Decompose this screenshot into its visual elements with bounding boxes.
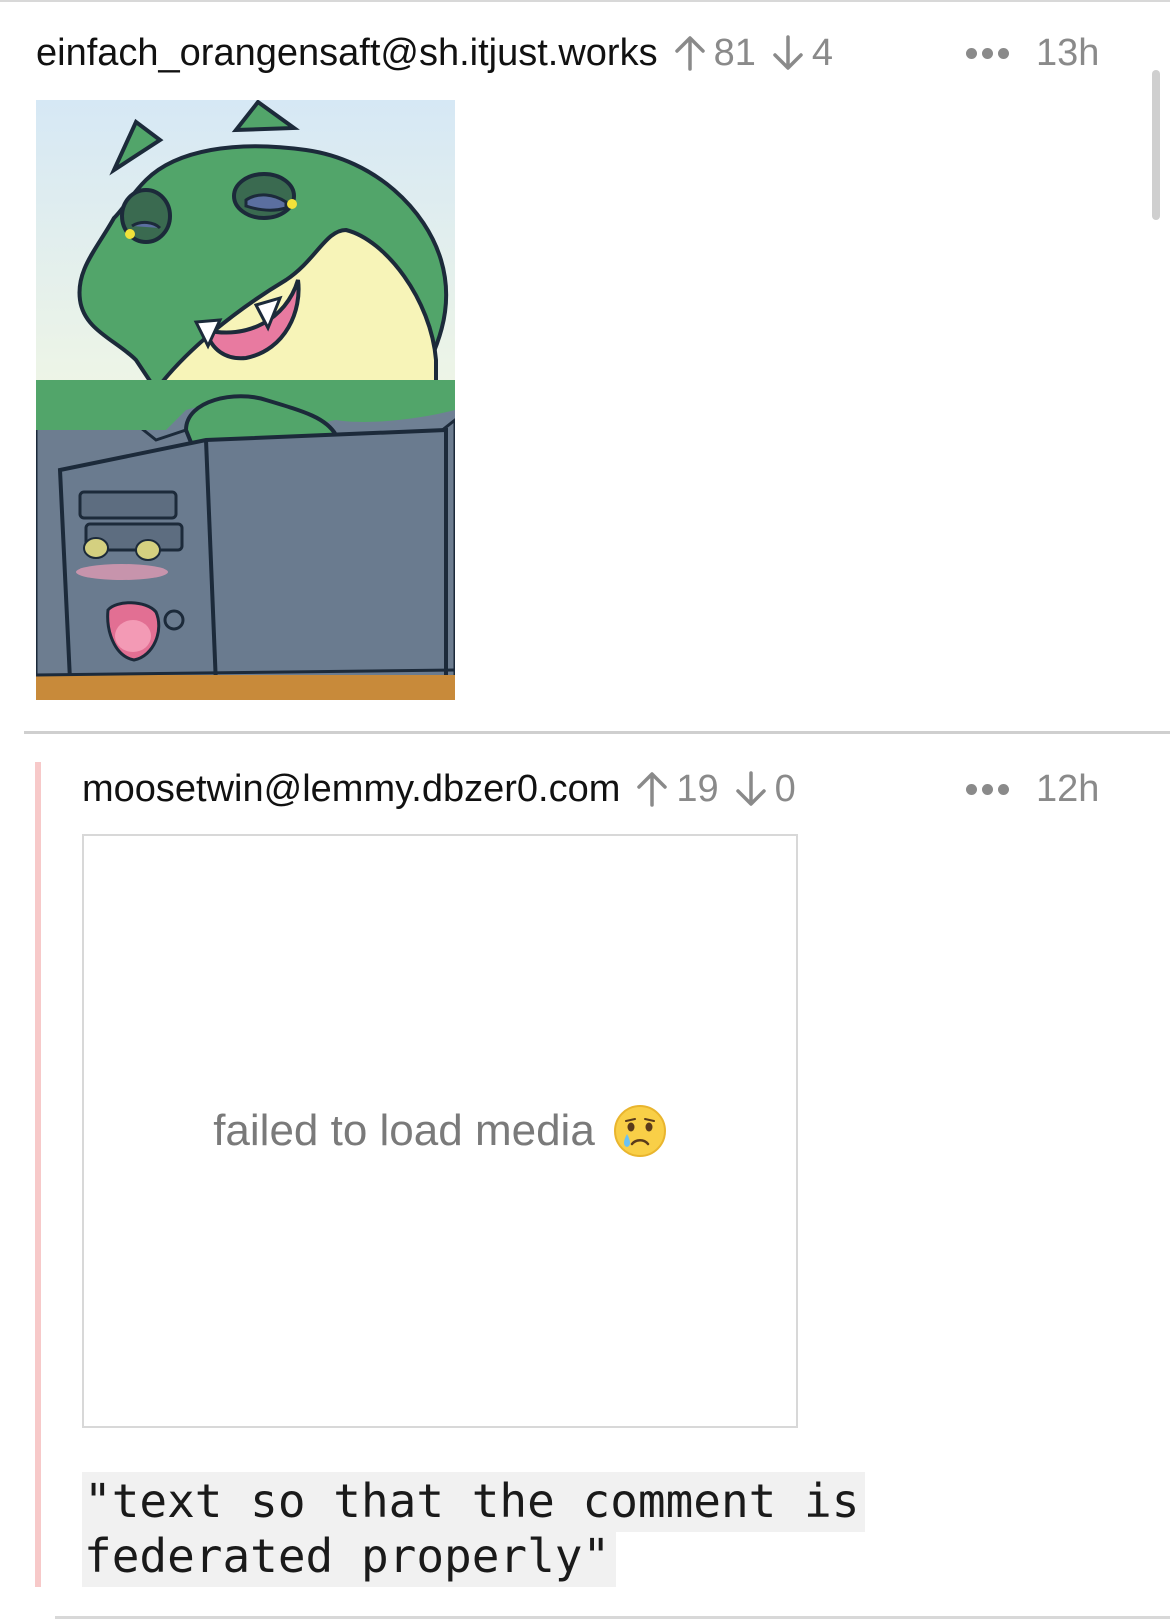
- scrollbar[interactable]: [1152, 70, 1160, 220]
- downvote-count: 0: [774, 767, 796, 810]
- username[interactable]: einfach_orangensaft@sh.itjust.works: [36, 32, 658, 75]
- media-error-text: failed to load media: [213, 1106, 595, 1155]
- username[interactable]: moosetwin@lemmy.dbzer0.com: [82, 768, 620, 811]
- media-error: failed to load media: [213, 1104, 667, 1158]
- more-options-icon[interactable]: [966, 783, 1014, 795]
- crocodile-meme-illustration: [36, 100, 455, 700]
- comment-divider: [24, 731, 1170, 734]
- crying-face-icon: [613, 1105, 666, 1157]
- arrow-up-icon: [637, 772, 668, 807]
- comment-meta: 13h: [966, 28, 1099, 78]
- downvote-button[interactable]: 0: [733, 768, 796, 811]
- code-snippet: "text so that the comment is federated p…: [82, 1472, 1132, 1587]
- timestamp: 13h: [1036, 31, 1100, 74]
- comment-meta: 12h: [966, 764, 1099, 814]
- thread-indent-line[interactable]: [35, 762, 41, 1587]
- bottom-divider: [55, 1616, 1170, 1619]
- downvote-button[interactable]: 4: [770, 32, 833, 75]
- timestamp: 12h: [1036, 767, 1100, 810]
- upvote-count: 81: [713, 31, 756, 74]
- code-text: "text so that the comment is federated p…: [82, 1472, 866, 1587]
- comment-header: moosetwin@lemmy.dbzer0.com 19 0: [82, 764, 796, 814]
- arrow-down-icon: [773, 35, 803, 70]
- top-divider: [0, 0, 1170, 2]
- downvote-count: 4: [811, 31, 833, 74]
- arrow-up-icon: [674, 36, 705, 71]
- meme-image[interactable]: [36, 100, 455, 700]
- media-placeholder[interactable]: failed to load media: [82, 834, 798, 1428]
- upvote-button[interactable]: 81: [672, 32, 756, 75]
- more-options-icon[interactable]: [966, 47, 1014, 59]
- upvote-count: 19: [676, 767, 719, 810]
- comment-header: einfach_orangensaft@sh.itjust.works 81 4: [36, 28, 833, 78]
- arrow-down-icon: [735, 771, 766, 806]
- upvote-button[interactable]: 19: [634, 767, 719, 811]
